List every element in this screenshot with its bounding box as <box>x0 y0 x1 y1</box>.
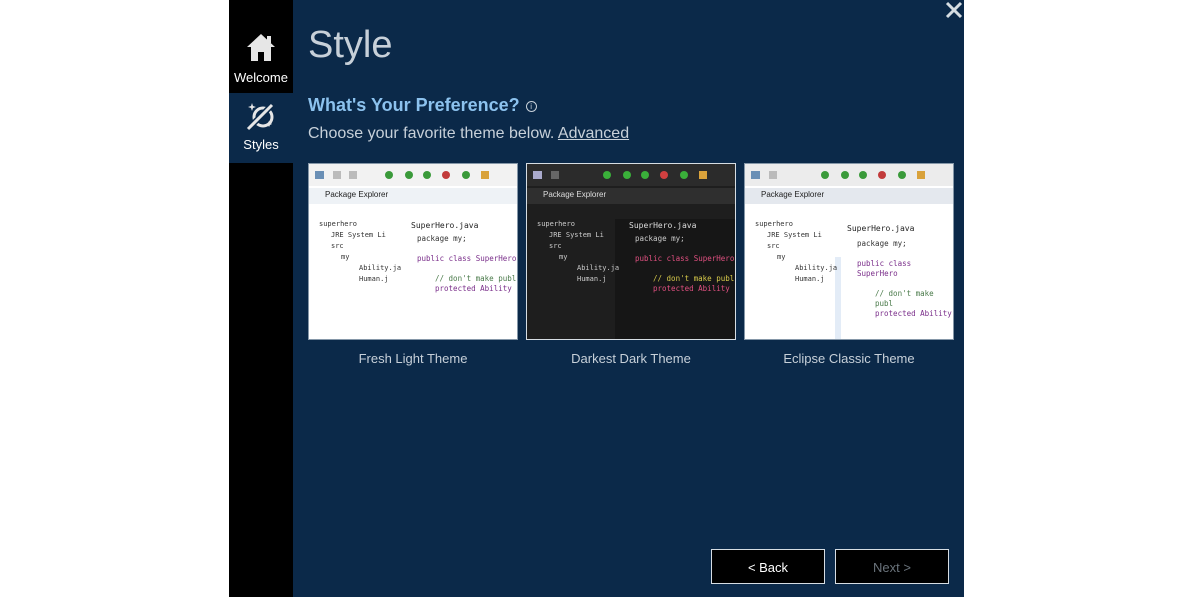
theme-label: Darkest Dark Theme <box>571 351 691 366</box>
theme-darkest-dark[interactable]: Package Explorer SuperHero.java superher… <box>526 163 736 366</box>
home-icon <box>247 34 275 61</box>
theme-fresh-light[interactable]: Package Explorer SuperHero.java superher… <box>308 163 518 366</box>
preference-heading-text: What's Your Preference? <box>308 95 520 115</box>
tree-item: Human.j <box>359 275 389 283</box>
editor-tab: SuperHero.java <box>411 221 479 230</box>
code-line: package my; <box>635 234 685 243</box>
styles-wand-icon <box>244 100 277 133</box>
code-preview: package my; public class SuperHero // do… <box>857 239 953 319</box>
subtitle-text: Choose your favorite theme below. <box>308 125 555 142</box>
tree-item: my <box>777 253 786 261</box>
tree-item: src <box>767 242 780 250</box>
view-title: Package Explorer <box>761 190 825 199</box>
info-icon[interactable]: i <box>525 101 537 112</box>
code-preview: package my; public class SuperHero // do… <box>417 234 516 294</box>
editor-tab: SuperHero.java <box>847 224 915 233</box>
code-line: package my; <box>417 234 467 243</box>
tree-item: src <box>549 242 562 250</box>
welcome-dialog: Welcome Styles Style What's Your Prefere… <box>229 0 964 597</box>
close-icon[interactable] <box>944 0 964 20</box>
code-line: public class SuperHero <box>635 254 735 263</box>
subtitle: Choose your favorite theme below. Advanc… <box>308 125 629 143</box>
code-line: // don't make publ <box>875 289 934 308</box>
code-line: package my; <box>857 239 907 248</box>
tree-item: Ability.ja <box>795 264 838 272</box>
back-button[interactable]: < Back <box>711 549 825 584</box>
view-title: Package Explorer <box>325 190 389 199</box>
tree-item: JRE System Li <box>767 231 822 239</box>
sidebar-item-label: Welcome <box>234 70 288 85</box>
code-line: public class SuperHero <box>417 254 517 263</box>
code-line: // don't make publ <box>435 274 517 283</box>
theme-label: Fresh Light Theme <box>358 351 468 366</box>
theme-preview-eclipse-classic: Package Explorer SuperHero.java superher… <box>744 163 954 340</box>
theme-preview-darkest-dark: Package Explorer SuperHero.java superher… <box>526 163 736 340</box>
tree-item: Ability.ja <box>577 264 620 272</box>
code-preview: package my; public class SuperHero // do… <box>635 234 734 294</box>
tree-preview: superhero JRE System Li src my Ability.j… <box>755 219 837 285</box>
theme-eclipse-classic[interactable]: Package Explorer SuperHero.java superher… <box>744 163 954 366</box>
tree-item: JRE System Li <box>549 231 604 239</box>
code-line: public class SuperHero <box>857 259 912 278</box>
preference-heading: What's Your Preference? i <box>308 95 537 116</box>
sidebar-item-label: Styles <box>243 137 279 152</box>
theme-preview-fresh-light: Package Explorer SuperHero.java superher… <box>308 163 518 340</box>
sidebar-item-styles[interactable]: Styles <box>229 93 293 163</box>
sidebar: Welcome Styles <box>229 0 293 597</box>
tree-item: Human.j <box>795 275 825 283</box>
theme-label: Eclipse Classic Theme <box>783 351 915 366</box>
view-title: Package Explorer <box>543 190 607 199</box>
code-line: protected Ability <box>435 284 512 293</box>
tree-item: Ability.ja <box>359 264 402 272</box>
tree-item: superhero <box>537 220 575 228</box>
advanced-link[interactable]: Advanced <box>558 125 629 142</box>
tree-item: JRE System Li <box>331 231 386 239</box>
sidebar-item-welcome[interactable]: Welcome <box>229 0 293 92</box>
tree-item: superhero <box>755 220 793 228</box>
tree-preview: superhero JRE System Li src my Ability.j… <box>319 219 401 285</box>
code-line: protected Ability <box>875 309 952 318</box>
page-title: Style <box>308 24 393 66</box>
tree-item: src <box>331 242 344 250</box>
next-button[interactable]: Next > <box>835 549 949 584</box>
tree-item: my <box>559 253 568 261</box>
editor-tab: SuperHero.java <box>629 221 697 230</box>
tree-item: Human.j <box>577 275 607 283</box>
tree-preview: superhero JRE System Li src my Ability.j… <box>537 219 619 285</box>
tree-item: my <box>341 253 350 261</box>
code-line: // don't make publ <box>653 274 735 283</box>
code-line: protected Ability <box>653 284 730 293</box>
tree-item: superhero <box>319 220 357 228</box>
